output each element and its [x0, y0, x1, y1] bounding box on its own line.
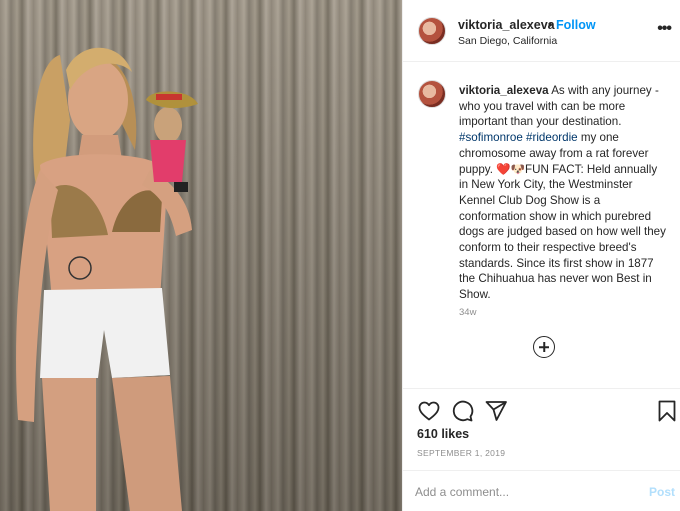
likes-count[interactable]: 610 likes	[417, 427, 469, 441]
caption-age: 34w	[459, 307, 477, 318]
header-username[interactable]: viktoria_alexeva	[458, 18, 555, 32]
caption-avatar[interactable]	[418, 80, 446, 108]
caption-username[interactable]: viktoria_alexeva	[459, 84, 549, 97]
follow-button[interactable]: Follow	[556, 18, 596, 32]
hashtag-rideordie[interactable]: #rideordie	[526, 131, 578, 144]
woman-with-chihuahua-image	[16, 47, 198, 511]
comment-input[interactable]	[415, 481, 635, 503]
more-options-icon[interactable]: •••	[657, 20, 672, 38]
post-date[interactable]: SEPTEMBER 1, 2019	[417, 448, 505, 458]
comment-icon[interactable]	[450, 399, 474, 423]
caption-text-part3: FUN FACT: Held annually in New York City…	[459, 162, 666, 302]
caption-section: viktoria_alexeva As with any journey - w…	[403, 70, 680, 388]
share-icon[interactable]	[484, 399, 508, 423]
hashtag-sofimonroe[interactable]: #sofimonroe	[459, 131, 523, 144]
heart-icon[interactable]	[417, 399, 441, 423]
avatar[interactable]	[418, 17, 446, 45]
caption-text: viktoria_alexeva As with any journey - w…	[459, 83, 669, 303]
bookmark-icon[interactable]	[655, 399, 679, 423]
comment-bar: Post	[403, 470, 680, 511]
post-details-panel: viktoria_alexeva • Follow San Diego, Cal…	[402, 0, 680, 511]
location-link[interactable]: San Diego, California	[458, 35, 557, 47]
post-photo[interactable]	[0, 0, 402, 511]
post-comment-button[interactable]: Post	[649, 485, 675, 499]
post-header: viktoria_alexeva • Follow San Diego, Cal…	[403, 0, 680, 62]
action-bar: 610 likes SEPTEMBER 1, 2019	[403, 388, 680, 468]
dog-emoji-icon: 🐶	[510, 162, 526, 176]
header-separator: •	[548, 18, 553, 32]
load-more-comments-icon[interactable]	[533, 336, 555, 358]
heart-emoji-icon: ❤️	[496, 162, 511, 176]
